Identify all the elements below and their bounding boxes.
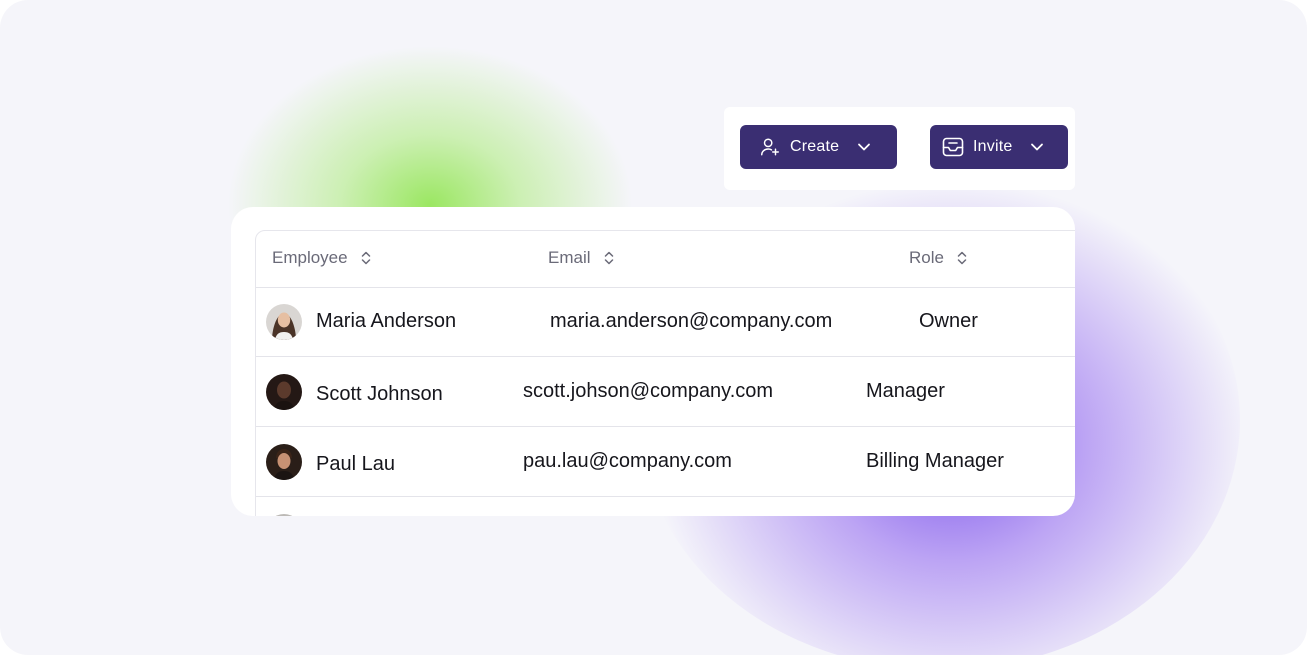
avatar	[266, 304, 302, 340]
employee-email: maria.anderson@company.com	[550, 310, 833, 332]
employee-role: Manager	[866, 380, 945, 402]
employee-name: Paul Lau	[316, 453, 395, 475]
create-button-label: Create	[790, 138, 840, 155]
sort-icon[interactable]	[956, 250, 968, 266]
canvas-background: Create Invite Employee Email Role Maria …	[0, 0, 1307, 655]
employee-role: Billing Manager	[866, 450, 1004, 472]
table-row[interactable]: Scott Johnson scott.johson@company.com M…	[256, 357, 1075, 427]
table-header: Employee Email Role	[256, 231, 1075, 288]
create-button[interactable]: Create	[740, 125, 897, 169]
table-row[interactable]: Maria Anderson maria.anderson@company.co…	[256, 287, 1075, 357]
avatar	[266, 374, 302, 410]
employee-name: Scott Johnson	[316, 383, 443, 405]
avatar	[266, 514, 302, 516]
employee-email: pau.lau@company.com	[523, 450, 732, 472]
chevron-down-icon	[1028, 138, 1046, 156]
inbox-icon	[941, 135, 965, 159]
column-header-role[interactable]: Role	[909, 248, 968, 268]
employee-email: scott.johson@company.com	[523, 380, 774, 402]
column-header-label: Email	[548, 248, 591, 267]
chevron-down-icon	[855, 138, 873, 156]
employee-name: Maria Anderson	[316, 310, 457, 332]
table-row[interactable]	[256, 497, 1075, 516]
sort-icon[interactable]	[360, 250, 372, 266]
invite-button-label: Invite	[973, 138, 1013, 155]
sort-icon[interactable]	[603, 250, 615, 266]
employee-role: Owner	[919, 310, 978, 332]
add-user-icon	[758, 135, 782, 159]
employee-table: Employee Email Role Maria Anderson maria…	[255, 230, 1075, 516]
column-header-employee[interactable]: Employee	[272, 248, 372, 268]
invite-button[interactable]: Invite	[930, 125, 1068, 169]
employee-table-card: Employee Email Role Maria Anderson maria…	[231, 207, 1075, 516]
table-row[interactable]: Paul Lau pau.lau@company.com Billing Man…	[256, 427, 1075, 497]
action-toolbar: Create Invite	[724, 107, 1075, 190]
column-header-label: Role	[909, 248, 944, 267]
column-header-email[interactable]: Email	[548, 248, 615, 268]
avatar	[266, 444, 302, 480]
column-header-label: Employee	[272, 248, 348, 267]
